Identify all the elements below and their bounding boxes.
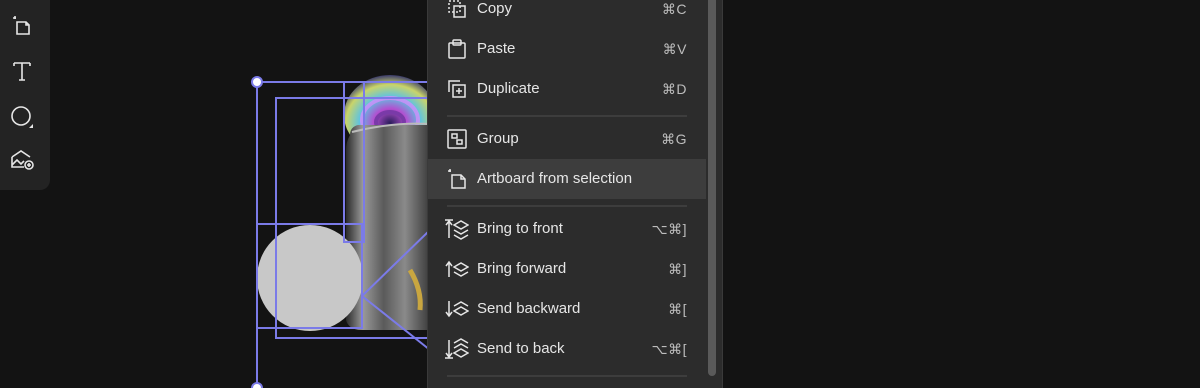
- menu-item-shortcut: ⌘G: [661, 131, 687, 147]
- artboard-icon: [445, 167, 469, 191]
- menu-scrollbar[interactable]: [708, 0, 716, 376]
- menu-divider: [447, 375, 687, 377]
- canvas-selection[interactable]: [240, 60, 430, 388]
- ellipse-icon: [10, 105, 34, 129]
- paste-icon: [445, 37, 469, 61]
- context-menu: Copy ⌘C Paste ⌘V Duplicate ⌘D Group ⌘G A…: [427, 0, 723, 388]
- bring-to-front-icon: [445, 217, 470, 241]
- menu-item-shortcut: ⌥⌘[: [651, 341, 687, 357]
- menu-item-group[interactable]: Group ⌘G: [428, 119, 706, 159]
- text-icon: [10, 59, 34, 83]
- menu-item-label: Send to back: [477, 340, 565, 357]
- menu-item-shortcut: ⌘C: [661, 1, 687, 17]
- menu-divider: [447, 205, 687, 207]
- menu-item-label: Send backward: [477, 300, 581, 317]
- menu-item-label: Duplicate: [477, 80, 540, 97]
- artboard-icon: [10, 13, 34, 37]
- menu-item-label: Bring to front: [477, 220, 563, 237]
- menu-item-label: Artboard from selection: [477, 170, 633, 187]
- menu-item-paste[interactable]: Paste ⌘V: [428, 29, 706, 69]
- menu-item-shortcut: ⌘V: [662, 41, 687, 57]
- menu-item-shortcut: ⌘D: [661, 81, 687, 97]
- menu-item-artboard-from-selection[interactable]: Artboard from selection: [428, 159, 706, 199]
- send-backward-icon: [445, 297, 470, 321]
- menu-item-label: Paste: [477, 40, 516, 57]
- send-to-back-icon: [445, 337, 470, 361]
- add-image-icon: [9, 147, 35, 171]
- menu-divider: [447, 115, 687, 117]
- menu-item-shortcut: ⌥⌘]: [651, 221, 687, 237]
- menu-item-duplicate[interactable]: Duplicate ⌘D: [428, 69, 706, 109]
- menu-item-shortcut: ⌘]: [668, 261, 687, 277]
- selection-handle-top-left[interactable]: [251, 76, 263, 88]
- menu-item-label: Copy: [477, 0, 513, 17]
- canvas-stage: Copy ⌘C Paste ⌘V Duplicate ⌘D Group ⌘G A…: [0, 0, 1200, 388]
- copy-icon: [445, 0, 469, 21]
- ellipse-tool[interactable]: [7, 102, 37, 132]
- menu-item-copy[interactable]: Copy ⌘C: [428, 0, 706, 29]
- grey-circle-shape: [257, 225, 363, 331]
- menu-item-send-backward[interactable]: Send backward ⌘[: [428, 289, 706, 329]
- menu-item-bring-to-front[interactable]: Bring to front ⌥⌘]: [428, 209, 706, 249]
- menu-item-shortcut: ⌘[: [668, 301, 687, 317]
- menu-item-label: Bring forward: [477, 260, 567, 277]
- menu-item-send-to-back[interactable]: Send to back ⌥⌘[: [428, 329, 706, 369]
- add-image-tool[interactable]: [7, 144, 37, 174]
- artboard-tool[interactable]: [7, 10, 37, 40]
- selection-handle-bottom-left[interactable]: [251, 382, 263, 388]
- bring-forward-icon: [445, 257, 470, 281]
- menu-item-bring-forward[interactable]: Bring forward ⌘]: [428, 249, 706, 289]
- text-tool[interactable]: [7, 56, 37, 86]
- duplicate-icon: [445, 77, 469, 101]
- tool-panel: [0, 0, 50, 190]
- group-icon: [445, 127, 469, 151]
- menu-item-label: Group: [477, 130, 519, 147]
